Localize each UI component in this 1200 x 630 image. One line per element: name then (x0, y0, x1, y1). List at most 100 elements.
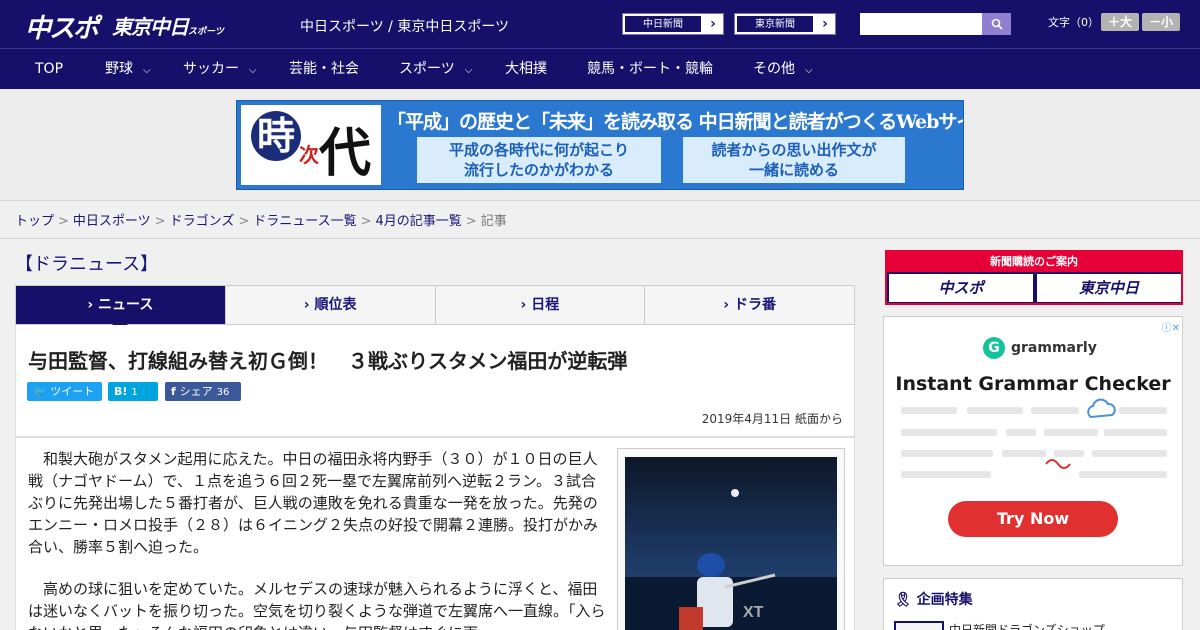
jidai-banner[interactable]: 時 次 代 「平成」の歴史と「未来」を読み取る 中日新聞と読者がつくるWebサイ… (236, 100, 964, 190)
chuspo-logo[interactable]: 中スポ (25, 8, 99, 45)
ad-placeholder-line (967, 407, 1023, 414)
chevron-right-icon: › (303, 297, 315, 313)
nav-baseball[interactable]: 野球 ⌵ (105, 49, 151, 89)
hatena-label: B! (114, 385, 128, 398)
article-paragraph: 高めの球に狙いを定めていた。メルセデスの速球が魅入られるように浮くと、福田は迷い… (28, 580, 606, 630)
banner-box-left: 平成の各時代に何が起こり 流行したのかがわかる (417, 137, 661, 183)
nav-sports[interactable]: スポーツ ⌵ (399, 49, 472, 89)
feature-box: 🎗 企画特集 中日新聞ドラゴンズショップ (883, 578, 1183, 630)
main-nav: TOP 野球 ⌵ サッカー ⌵ 芸能・社会 スポーツ ⌵ 大相撲 競馬・ボート・競輪 … (0, 48, 1200, 89)
banner-headline: 「平成」の歴史と「未来」を読み取る 中日新聞と読者がつくるWebサイト (387, 111, 964, 133)
subscribe-tokyo-chunichi[interactable]: 東京中日 (1037, 274, 1181, 302)
subscribe-chuspo[interactable]: 中スポ (889, 274, 1033, 302)
search-button[interactable] (982, 13, 1011, 35)
ad-placeholder-line (1079, 471, 1167, 478)
search-icon (991, 18, 1003, 30)
breadcrumb-link[interactable]: 4月の記事一覧 (376, 214, 462, 229)
ad-placeholder-line (901, 471, 991, 478)
hatena-count: 1 (131, 387, 138, 398)
section-title: 【ドラニュース】 (15, 254, 159, 275)
cloud-icon (1087, 398, 1116, 419)
ad-placeholder-line (1092, 450, 1167, 457)
nav-label: 芸能・社会 (289, 61, 359, 77)
font-size-label: 文字（0） (1048, 16, 1099, 29)
ad-placeholder-line (901, 407, 957, 414)
tab-schedule[interactable]: › 日程 (436, 286, 646, 324)
chunichi-shimbun-link[interactable]: 中日新聞 › (622, 13, 724, 35)
news-tabs: › ニュース › 順位表 › 日程 › ドラ番 (15, 285, 855, 332)
subscription-label: 新聞購読のご案内 (887, 252, 1181, 272)
nav-racing[interactable]: 競馬・ボート・競輪 (587, 49, 713, 89)
tweet-button[interactable]: 🐦 ツイート (27, 382, 102, 401)
tokyo-shimbun-link[interactable]: 東京新聞 › (734, 13, 836, 35)
top-header: 中スポ 東京中日スポーツ 中日スポーツ / 東京中日スポーツ 中日新聞 › 東京… (0, 0, 1200, 48)
ad-placeholder-line (1104, 429, 1167, 436)
ad-placeholder-line (1006, 429, 1036, 436)
facebook-share-button[interactable]: f シェア 36 (165, 382, 241, 401)
jidai-logo: 時 次 代 (241, 105, 381, 185)
jidai-logo-char: 時 (251, 111, 301, 161)
site-title: 中日スポーツ / 東京中日スポーツ (300, 19, 510, 35)
divider (0, 238, 1200, 239)
tab-draban[interactable]: › ドラ番 (645, 286, 854, 324)
breadcrumb-link[interactable]: トップ (15, 214, 54, 229)
nav-top[interactable]: TOP (35, 49, 63, 89)
try-now-button[interactable]: Try Now (948, 501, 1118, 537)
chevron-down-icon: ⌵ (464, 65, 473, 76)
ext-link-label: 東京新聞 (736, 15, 814, 33)
tab-label: 順位表 (314, 297, 357, 313)
ad-placeholder-line (901, 450, 993, 457)
tab-standings[interactable]: › 順位表 (226, 286, 436, 324)
ribbon-icon: 🎗 (894, 592, 917, 608)
facebook-label: シェア (179, 385, 213, 398)
ad-placeholder-line (1044, 429, 1098, 436)
svg-text:XT: XT (743, 604, 764, 621)
nav-entertainment[interactable]: 芸能・社会 (289, 49, 359, 89)
article-body: 和製大砲がスタメン起用に応えた。中日の福田永将内野手（３０）が１０日の巨人戦（ナ… (15, 437, 855, 630)
twitter-icon: 🐦 (33, 385, 51, 398)
breadcrumb-link[interactable]: 中日スポーツ (73, 214, 151, 229)
ad-placeholder-line (1031, 407, 1079, 414)
chevron-right-icon: › (723, 297, 734, 313)
feature-title-text: 企画特集 (916, 592, 973, 608)
breadcrumb-current: 記事 (480, 214, 507, 229)
nav-label: その他 (753, 61, 795, 77)
ad-placeholder-line (901, 429, 997, 436)
hatena-bookmark-button[interactable]: B! 1 (108, 382, 158, 401)
tab-news[interactable]: › ニュース (16, 286, 226, 332)
breadcrumb-separator: > (360, 214, 372, 229)
search-input[interactable] (860, 13, 982, 35)
feature-thumbnail[interactable] (894, 621, 944, 630)
nav-soccer[interactable]: サッカー ⌵ (183, 49, 257, 89)
facebook-count: 36 (216, 387, 230, 398)
subscription-banner[interactable]: 新聞購読のご案内 中スポ 東京中日 (885, 250, 1183, 305)
nav-sumo[interactable]: 大相撲 (505, 49, 547, 89)
chevron-right-icon: › (822, 16, 828, 32)
ad-close-icon[interactable]: ⓘ✕ (1162, 319, 1180, 334)
nav-label: 大相撲 (505, 61, 547, 77)
ad-placeholder-line (1002, 450, 1046, 457)
banner-box-right: 読者からの思い出作文が 一緒に読める (683, 137, 905, 183)
tokyo-chunichi-logo[interactable]: 東京中日スポーツ (112, 11, 224, 40)
grammarly-ad[interactable]: ⓘ✕ G grammarly Instant Grammar Checker T… (883, 316, 1183, 566)
font-size-increase-button[interactable]: ＋大 (1101, 13, 1139, 31)
nav-label: 競馬・ボート・競輪 (587, 61, 713, 77)
article-photo[interactable]: XT (625, 457, 837, 630)
squiggle-icon (1045, 459, 1071, 469)
nav-label: サッカー (183, 61, 239, 77)
grammarly-logo: G grammarly (983, 337, 1097, 359)
tokyo-chunichi-logo-small: スポーツ (188, 27, 224, 37)
breadcrumb-separator: > (465, 214, 477, 229)
chevron-down-icon: ⌵ (249, 65, 257, 76)
nav-label: 野球 (105, 61, 133, 77)
chevron-down-icon: ⌵ (143, 65, 151, 76)
nav-label: TOP (35, 61, 64, 77)
font-size-decrease-button[interactable]: －小 (1142, 13, 1180, 31)
breadcrumb: トップ > 中日スポーツ > ドラゴンズ > ドラニュース一覧 >4月の記事一覧 > 記事 (15, 210, 507, 229)
breadcrumb-link[interactable]: ドラゴンズ (170, 214, 235, 229)
feature-item[interactable]: 中日新聞ドラゴンズショップ (949, 621, 1105, 630)
tab-label: ドラ番 (733, 297, 776, 313)
breadcrumb-separator: > (154, 214, 166, 229)
breadcrumb-link[interactable]: ドラニュース一覧 (253, 214, 356, 229)
nav-other[interactable]: その他 ⌵ (753, 49, 813, 89)
